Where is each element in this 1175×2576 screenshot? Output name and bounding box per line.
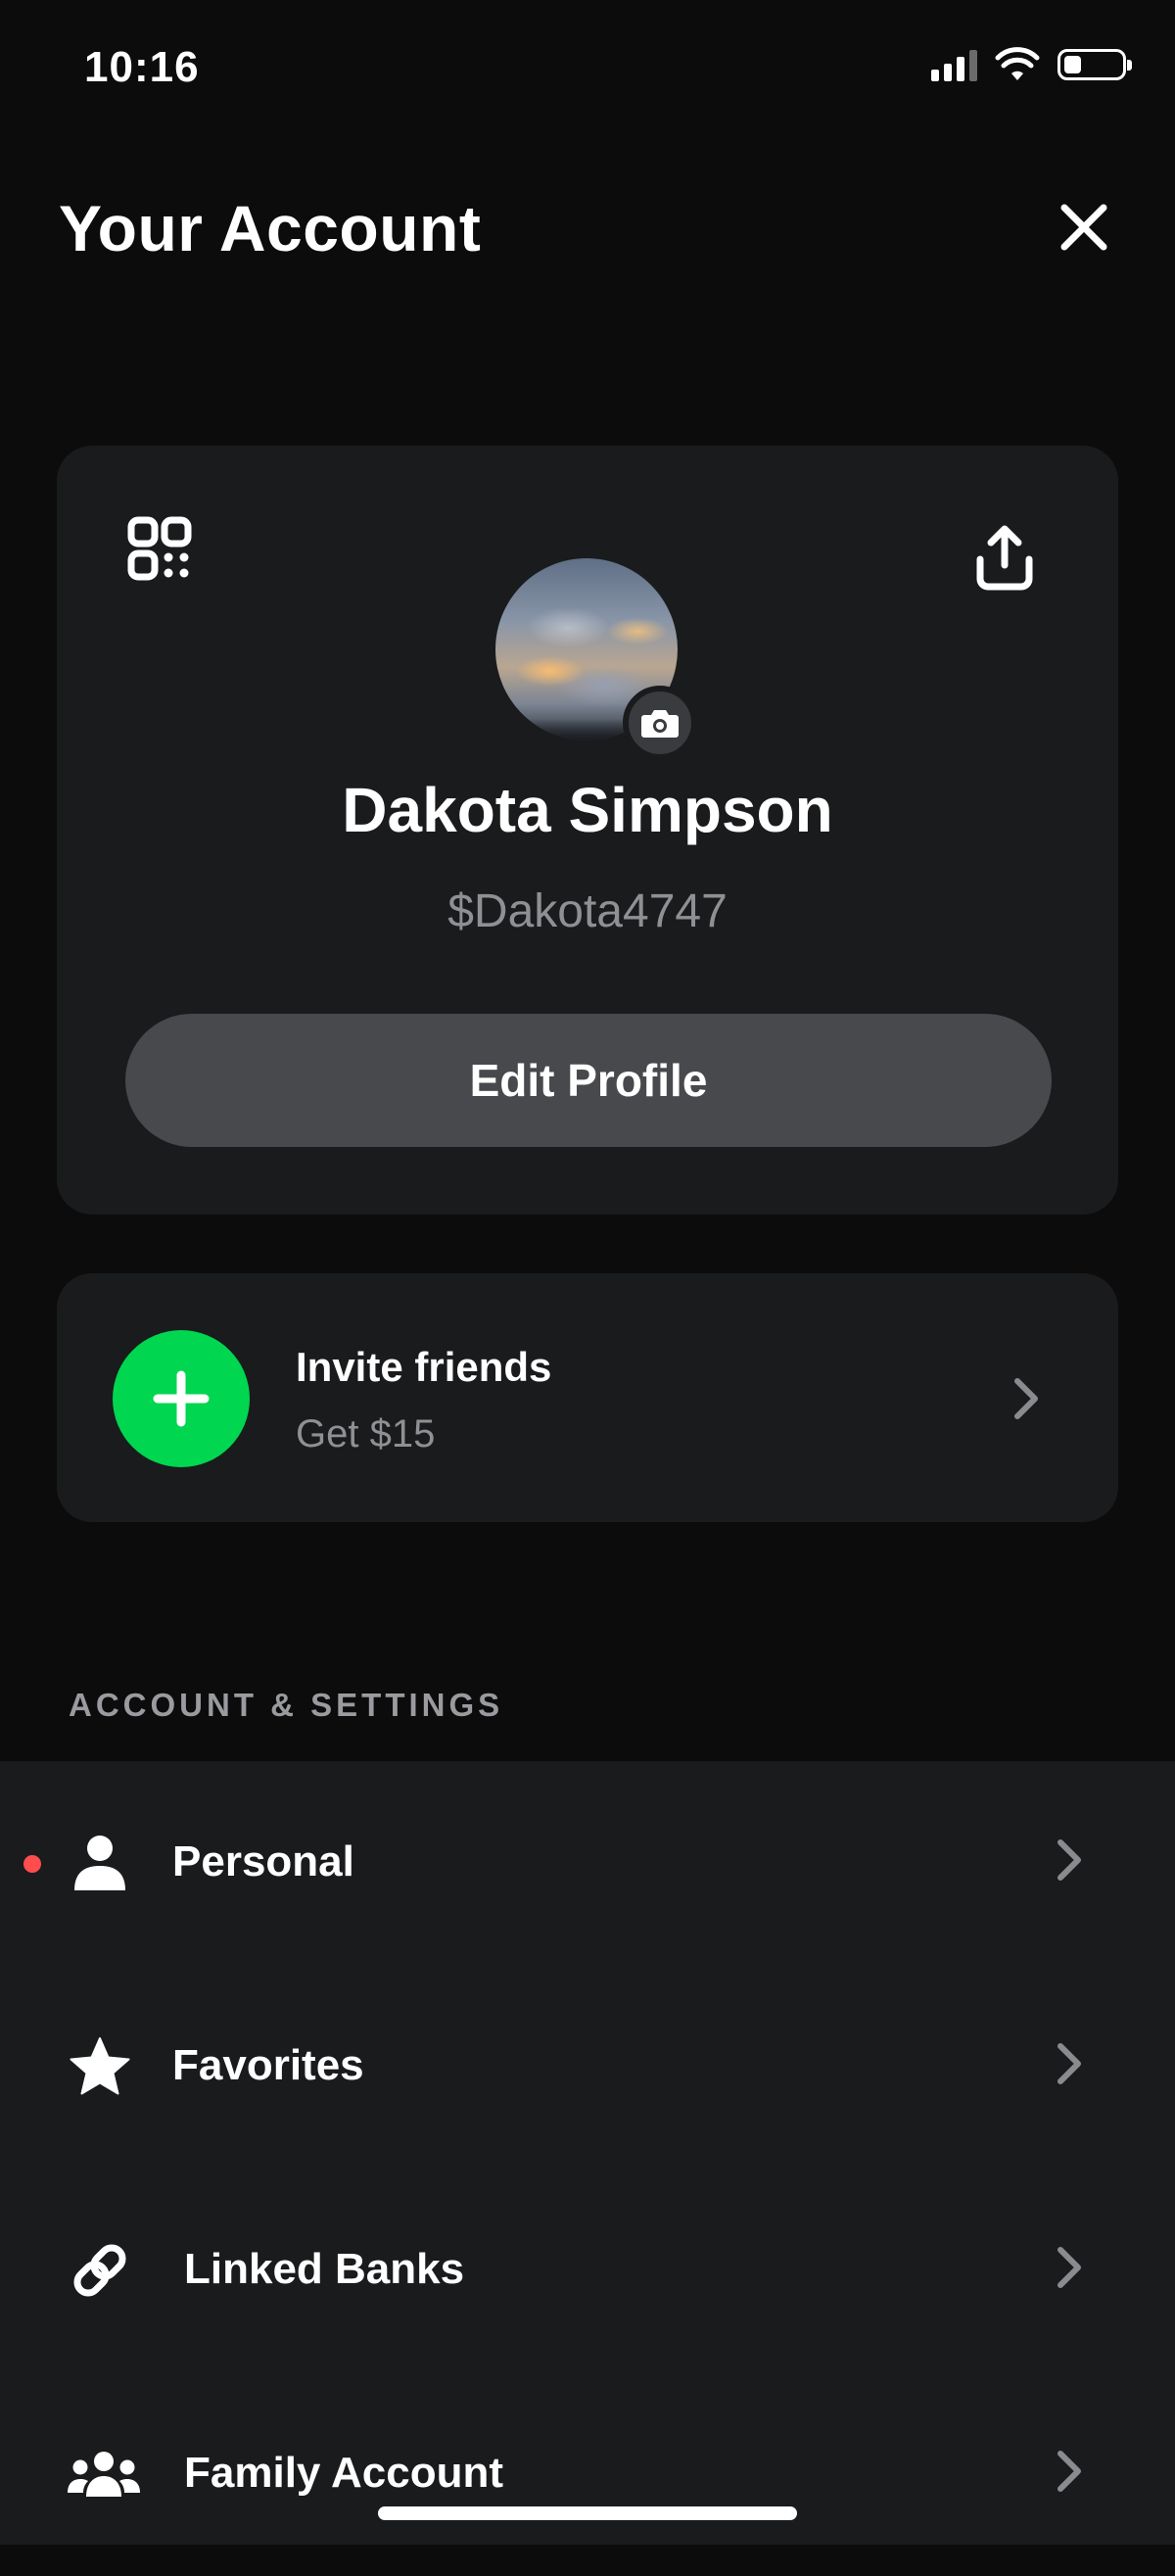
section-header: ACCOUNT & SETTINGS — [69, 1687, 504, 1723]
invite-subtitle: Get $15 — [296, 1412, 436, 1455]
settings-item-linked-banks[interactable]: Linked Banks — [0, 2169, 1175, 2372]
home-indicator — [378, 2506, 797, 2520]
link-icon — [67, 2237, 133, 2304]
edit-profile-button[interactable]: Edit Profile — [125, 1014, 1052, 1147]
qr-code-button[interactable] — [127, 516, 192, 581]
settings-item-label: Family Account — [184, 2449, 503, 2497]
close-button[interactable] — [1053, 196, 1115, 259]
chevron-right-icon — [1058, 2247, 1081, 2288]
battery-level — [1064, 56, 1081, 73]
settings-list: Personal Favorites Linked Banks Family A… — [0, 1761, 1175, 2545]
status-bar: 10:16 — [0, 0, 1175, 137]
profile-card: Dakota Simpson $Dakota4747 Edit Profile — [57, 446, 1118, 1215]
status-time: 10:16 — [84, 43, 200, 91]
star-icon — [67, 2033, 133, 2100]
battery-icon — [1058, 49, 1132, 80]
chevron-right-icon — [1058, 2451, 1081, 2492]
signal-icon — [931, 48, 977, 81]
share-button[interactable] — [972, 522, 1037, 593]
status-icons — [931, 47, 1132, 82]
notification-dot — [24, 1855, 41, 1873]
chevron-right-icon — [1014, 1378, 1038, 1419]
settings-item-label: Personal — [172, 1837, 354, 1885]
settings-item-family-account[interactable]: Family Account — [0, 2372, 1175, 2576]
profile-name: Dakota Simpson — [342, 775, 833, 845]
qr-code-icon — [127, 516, 192, 581]
profile-cashtag: $Dakota4747 — [447, 885, 728, 937]
chevron-right-icon — [1058, 1839, 1081, 1881]
wifi-icon — [995, 47, 1040, 80]
settings-item-label: Linked Banks — [184, 2245, 465, 2293]
settings-item-personal[interactable]: Personal — [0, 1761, 1175, 1965]
camera-icon — [641, 710, 679, 738]
settings-item-favorites[interactable]: Favorites — [0, 1965, 1175, 2169]
plus-icon — [113, 1330, 250, 1467]
person-icon — [67, 1830, 133, 1896]
settings-item-label: Favorites — [172, 2041, 364, 2089]
page-title: Your Account — [59, 192, 482, 264]
chevron-right-icon — [1058, 2043, 1081, 2084]
share-icon — [976, 525, 1033, 591]
invite-title: Invite friends — [296, 1344, 552, 1390]
invite-friends-card[interactable]: Invite friends Get $15 — [57, 1273, 1118, 1522]
family-icon — [67, 2441, 141, 2507]
change-photo-button[interactable] — [623, 686, 697, 760]
close-icon — [1060, 204, 1107, 251]
